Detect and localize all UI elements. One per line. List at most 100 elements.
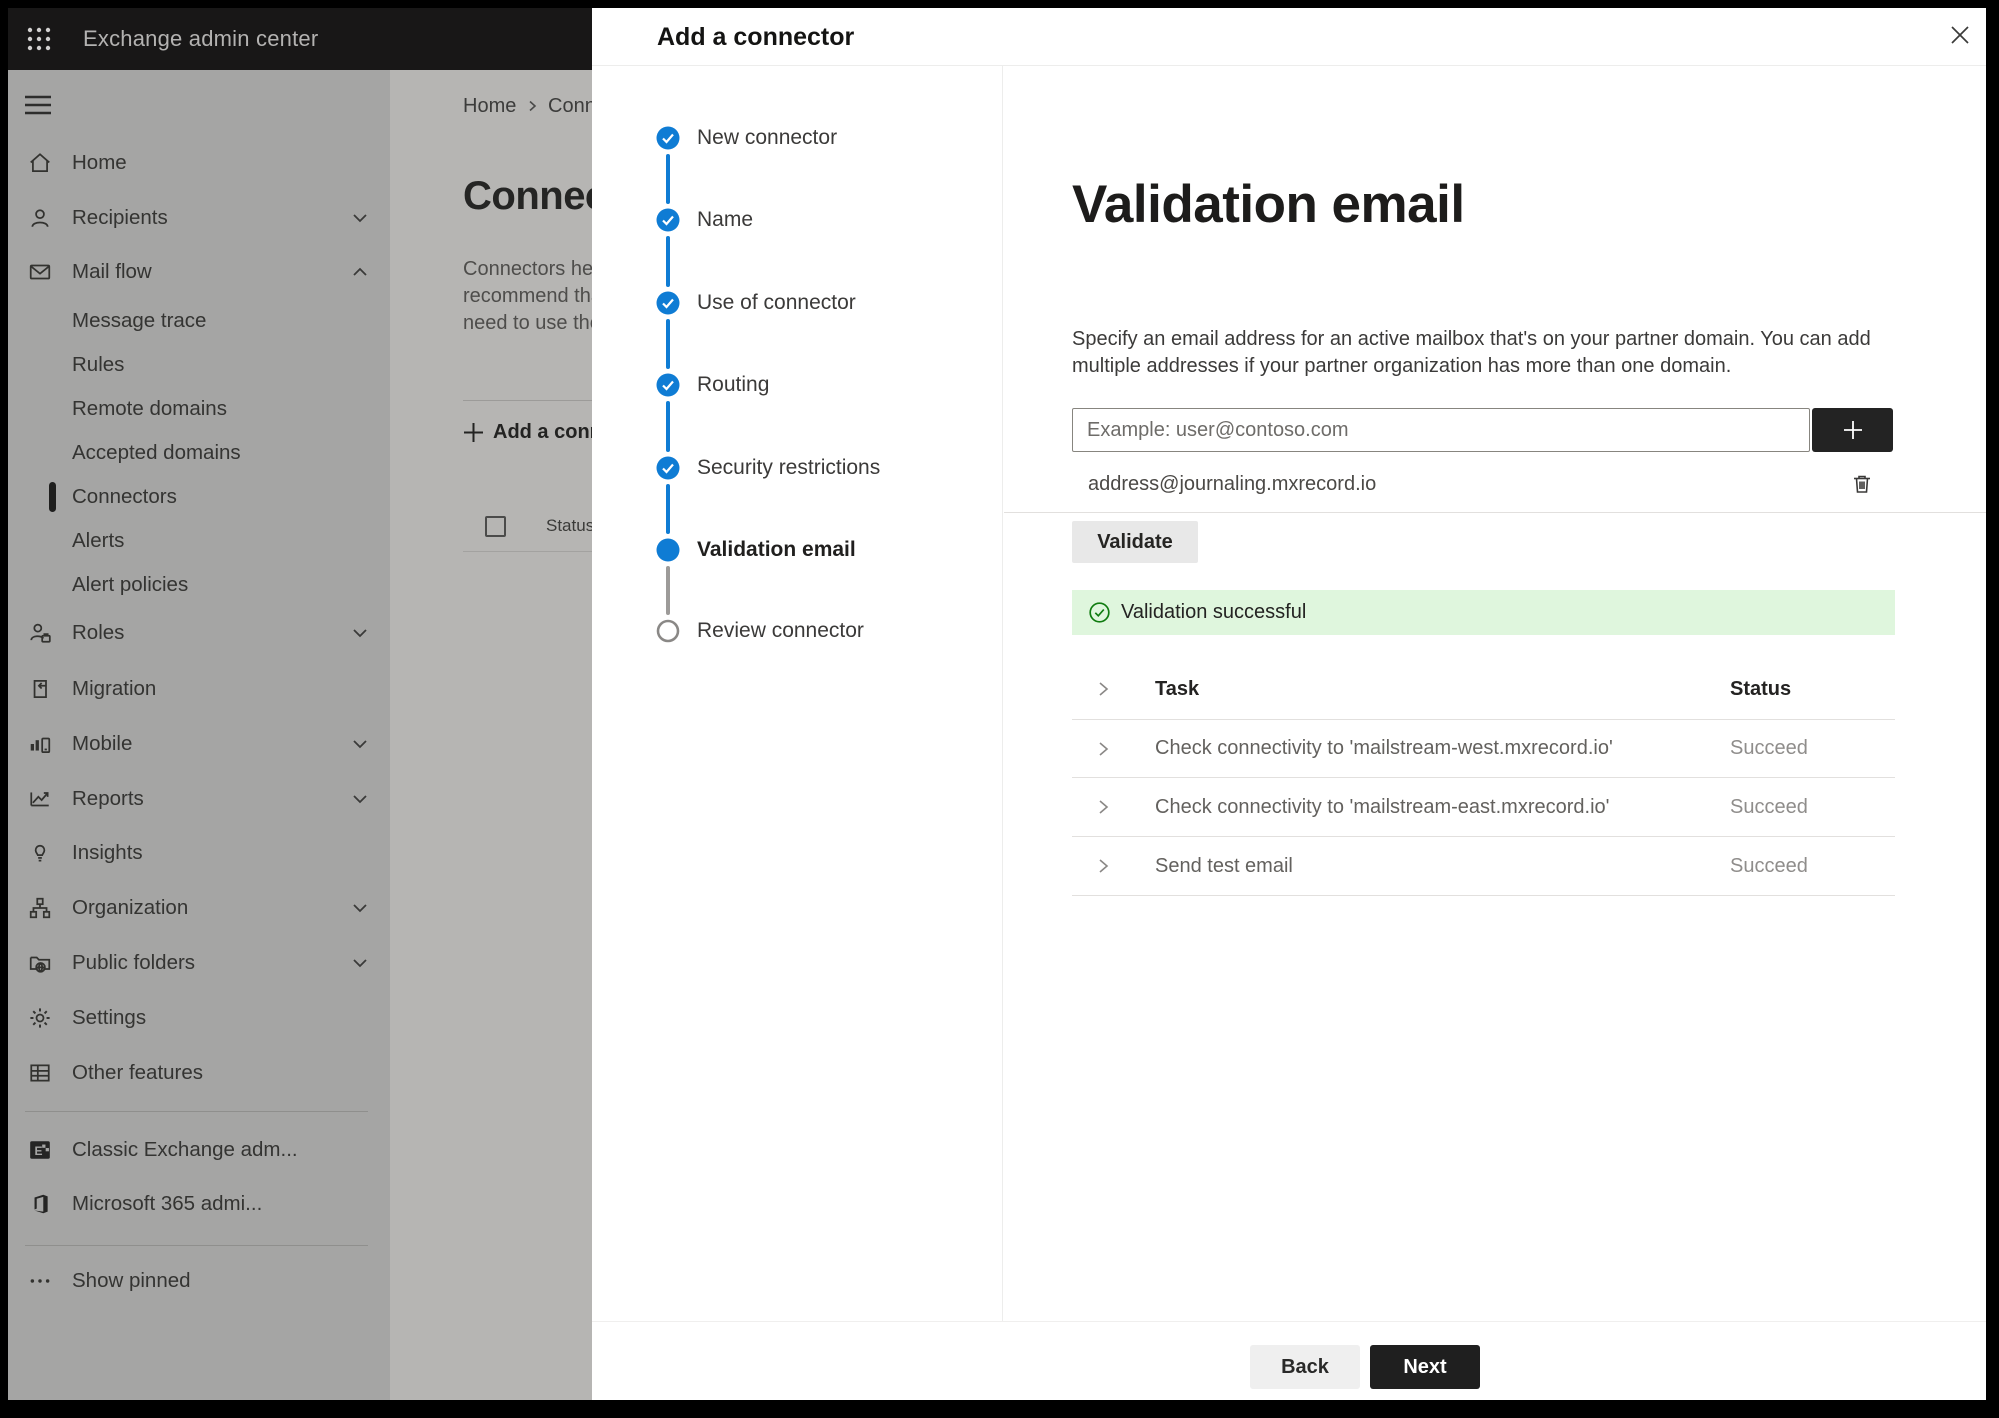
page-description: Connectors help recommend tha need to us… bbox=[463, 256, 609, 337]
select-all-checkbox[interactable] bbox=[485, 516, 506, 537]
sidebar-item-settings[interactable]: Settings bbox=[8, 998, 390, 1038]
added-address-text: address@journaling.mxrecord.io bbox=[1088, 473, 1377, 495]
wizard-step-security-restrictions: Security restrictions bbox=[697, 456, 881, 479]
step-completed-icon bbox=[656, 456, 680, 480]
task-column-header: Task bbox=[1155, 678, 1200, 700]
chevron-down-icon bbox=[352, 738, 368, 750]
expand-row-chevron-icon[interactable] bbox=[1096, 799, 1110, 815]
sidebar-item-label: Mobile bbox=[72, 732, 133, 755]
table-row-connectivity-east[interactable]: Check connectivity to 'mailstream-east.m… bbox=[1003, 778, 1986, 836]
validate-button[interactable]: Validate bbox=[1072, 521, 1198, 563]
table-row-send-test-email[interactable]: Send test email Succeed bbox=[1003, 837, 1986, 895]
plus-icon bbox=[1843, 421, 1862, 439]
breadcrumb-home-link[interactable]: Home bbox=[463, 93, 516, 119]
task-cell: Check connectivity to 'mailstream-west.m… bbox=[1155, 737, 1613, 759]
sidebar-item-reports[interactable]: Reports bbox=[8, 779, 390, 819]
exchange-logo-icon: E bbox=[28, 1138, 52, 1162]
email-address-input[interactable] bbox=[1072, 408, 1810, 452]
sidebar-item-label: Insights bbox=[72, 841, 143, 864]
step-completed-icon bbox=[656, 126, 680, 150]
sidebar-item-other-features[interactable]: Other features bbox=[8, 1053, 390, 1093]
sidebar-item-roles[interactable]: Roles bbox=[8, 613, 390, 653]
next-button[interactable]: Next bbox=[1370, 1345, 1480, 1389]
sidebar-item-label: Recipients bbox=[72, 206, 168, 229]
sidebar-item-alerts[interactable]: Alerts bbox=[8, 521, 390, 561]
hamburger-menu-icon[interactable] bbox=[25, 95, 51, 115]
sidebar-item-message-trace[interactable]: Message trace bbox=[8, 301, 390, 341]
sidebar-item-alert-policies[interactable]: Alert policies bbox=[8, 565, 390, 605]
dialog-title: Add a connector bbox=[657, 23, 855, 51]
expand-row-chevron-icon[interactable] bbox=[1096, 741, 1110, 757]
chevron-down-icon bbox=[352, 212, 368, 224]
delete-address-trash-icon[interactable] bbox=[1850, 472, 1874, 496]
sidebar-item-mail-flow[interactable]: Mail flow bbox=[8, 252, 390, 292]
sidebar-item-label: Roles bbox=[72, 621, 125, 644]
step-heading: Validation email bbox=[1072, 175, 1465, 234]
microsoft-365-logo-icon bbox=[28, 1192, 52, 1216]
sidebar-item-public-folders[interactable]: Public folders bbox=[8, 943, 390, 983]
step-connector-line bbox=[666, 236, 670, 287]
sidebar-item-label: Other features bbox=[72, 1061, 204, 1084]
sidebar-item-classic-exchange-admin[interactable]: E Classic Exchange adm... bbox=[8, 1130, 390, 1170]
sidebar-item-label: Alert policies bbox=[72, 573, 189, 596]
wizard-step-name: Name bbox=[697, 208, 754, 231]
chevron-down-icon bbox=[352, 627, 368, 639]
chevron-down-icon bbox=[352, 793, 368, 805]
step-description-line: Specify an email address for an active m… bbox=[1072, 328, 1871, 350]
folder-globe-icon bbox=[28, 951, 52, 975]
wizard-steps-panel: New connector Name Use of connector Rout… bbox=[592, 66, 1003, 1321]
app-window: Exchange admin center Home Recipients Ma… bbox=[8, 8, 1986, 1400]
page-description-line: Connectors help bbox=[463, 258, 609, 280]
document-arrow-icon bbox=[28, 677, 52, 701]
more-ellipsis-icon bbox=[28, 1269, 52, 1293]
sidebar-item-label: Reports bbox=[72, 787, 144, 810]
added-address-row: address@journaling.mxrecord.io bbox=[1072, 460, 1986, 508]
sidebar-item-home[interactable]: Home bbox=[8, 143, 390, 183]
close-icon bbox=[1951, 26, 1969, 44]
sidebar-item-mobile[interactable]: Mobile bbox=[8, 724, 390, 764]
sidebar-item-microsoft-365-admin[interactable]: Microsoft 365 admi... bbox=[8, 1184, 390, 1224]
sidebar-item-show-pinned[interactable]: Show pinned bbox=[8, 1261, 390, 1301]
sidebar-item-label: Classic Exchange adm... bbox=[72, 1138, 298, 1161]
sidebar-item-label: Organization bbox=[72, 896, 189, 919]
chevron-down-icon bbox=[352, 957, 368, 969]
status-cell: Succeed bbox=[1730, 854, 1808, 877]
add-email-button[interactable] bbox=[1812, 408, 1893, 452]
expand-row-chevron-icon[interactable] bbox=[1096, 858, 1110, 874]
task-cell: Check connectivity to 'mailstream-east.m… bbox=[1155, 795, 1610, 818]
wizard-step-review-connector: Review connector bbox=[697, 619, 864, 642]
wizard-step-routing: Routing bbox=[697, 373, 770, 396]
sidebar-item-migration[interactable]: Migration bbox=[8, 669, 390, 709]
plus-icon bbox=[463, 422, 484, 443]
sidebar-item-recipients[interactable]: Recipients bbox=[8, 198, 390, 238]
step-connector-line bbox=[666, 319, 670, 369]
sidebar-item-label: Show pinned bbox=[72, 1269, 191, 1292]
sidebar-item-label: Alerts bbox=[72, 529, 125, 552]
results-table-header: Task Status bbox=[1003, 665, 1986, 713]
sidebar-item-insights[interactable]: Insights bbox=[8, 833, 390, 873]
table-row-connectivity-west[interactable]: Check connectivity to 'mailstream-west.m… bbox=[1003, 720, 1986, 777]
app-title: Exchange admin center bbox=[83, 26, 319, 51]
trend-chart-icon bbox=[28, 787, 52, 811]
mobile-stats-icon bbox=[28, 732, 52, 756]
app-launcher-waffle-icon[interactable] bbox=[26, 26, 52, 52]
task-cell: Send test email bbox=[1155, 854, 1293, 877]
status-cell: Succeed bbox=[1730, 795, 1808, 818]
sidebar-item-organization[interactable]: Organization bbox=[8, 888, 390, 928]
sidebar-item-label: Public folders bbox=[72, 951, 196, 974]
sidebar-item-remote-domains[interactable]: Remote domains bbox=[8, 389, 390, 429]
table-divider bbox=[1072, 895, 1895, 896]
chevron-up-icon bbox=[352, 266, 368, 278]
expand-all-chevron-icon[interactable] bbox=[1096, 681, 1110, 697]
status-cell: Succeed bbox=[1730, 737, 1808, 759]
sidebar-item-rules[interactable]: Rules bbox=[8, 345, 390, 385]
step-completed-icon bbox=[656, 373, 680, 397]
sidebar-item-connectors[interactable]: Connectors bbox=[8, 477, 390, 517]
sidebar-item-accepted-domains[interactable]: Accepted domains bbox=[8, 433, 390, 473]
org-chart-icon bbox=[28, 896, 52, 920]
back-button[interactable]: Back bbox=[1250, 1345, 1360, 1389]
close-button[interactable] bbox=[1944, 19, 1976, 51]
selected-item-indicator bbox=[49, 482, 56, 512]
sidebar-item-label: Remote domains bbox=[72, 397, 227, 420]
sidebar-divider bbox=[25, 1245, 368, 1246]
